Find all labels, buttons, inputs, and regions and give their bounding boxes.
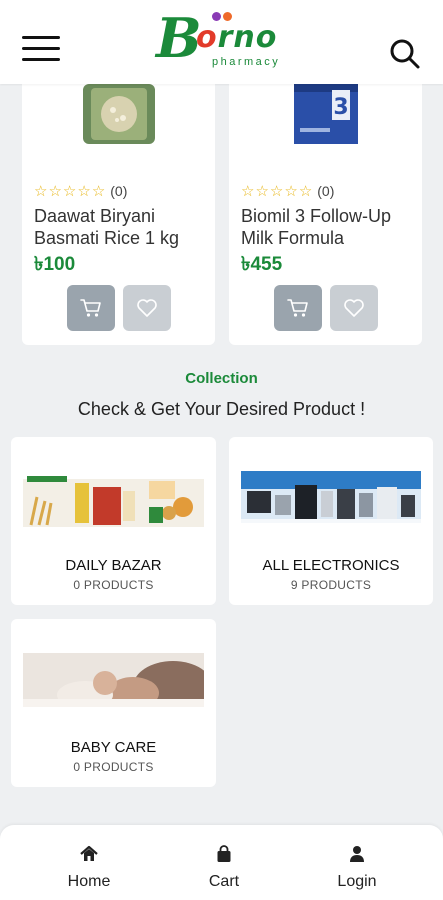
nav-item-cart[interactable]: Cart: [150, 825, 298, 900]
product-price: ৳100: [34, 254, 76, 275]
category-card-daily-bazar[interactable]: DAILY BAZAR 0 PRODUCTS: [11, 437, 216, 605]
star-outline-icon: ☆: [298, 182, 313, 200]
heart-icon: [344, 299, 364, 317]
product-name[interactable]: Biomil 3 Follow-Up Milk Formula: [241, 205, 413, 249]
rating-stars: ☆ ☆ ☆ ☆ ☆ (0): [241, 182, 334, 200]
rating-count: (0): [110, 183, 128, 199]
category-image-electronics: [241, 471, 421, 523]
logo-subtitle: pharmacy: [212, 56, 281, 68]
rating-count: (0): [317, 183, 335, 199]
star-outline-icon: ☆: [48, 182, 62, 200]
product-price: ৳455: [241, 254, 283, 275]
add-to-cart-button[interactable]: [67, 285, 115, 331]
heart-icon: [137, 299, 157, 317]
category-product-count: 9 PRODUCTS: [290, 578, 372, 592]
add-to-wishlist-button[interactable]: [330, 285, 378, 331]
add-to-cart-button[interactable]: [274, 285, 322, 331]
cart-icon: [287, 299, 308, 317]
star-outline-icon: ☆: [269, 182, 284, 200]
logo-wordmark: orno: [196, 20, 278, 55]
borno-pharmacy-logo[interactable]: B orno pharmacy: [156, 8, 306, 74]
add-to-wishlist-button[interactable]: [123, 285, 171, 331]
category-image-baby: [23, 653, 213, 713]
product-card[interactable]: 3 ☆ ☆ ☆ ☆ ☆ (0) Biomil 3 Follow-Up Milk …: [229, 66, 422, 345]
star-outline-icon: ☆: [241, 182, 255, 200]
star-outline-icon: ☆: [255, 182, 269, 200]
category-product-count: 0 PRODUCTS: [73, 760, 154, 774]
collection-heading: Check & Get Your Desired Product !: [77, 399, 366, 419]
nav-item-home[interactable]: Home: [15, 825, 163, 900]
search-icon[interactable]: [389, 38, 421, 70]
star-outline-icon: ☆: [62, 182, 77, 200]
product-card[interactable]: ☆ ☆ ☆ ☆ ☆ (0) Daawat Biryani Basmati Ric…: [22, 66, 215, 345]
app-header: B orno pharmacy: [0, 0, 443, 84]
star-outline-icon: ☆: [34, 182, 48, 200]
nav-item-login[interactable]: Login: [283, 825, 431, 900]
logo-letter-b: B: [156, 6, 202, 70]
nav-label: Home: [67, 873, 111, 890]
category-card-all-electronics[interactable]: ALL ELECTRONICS 9 PRODUCTS: [229, 437, 433, 605]
shopping-bag-icon: [215, 845, 233, 863]
collection-tag: Collection: [185, 370, 258, 387]
home-icon: [80, 845, 98, 863]
product-image-milk-box: 3: [276, 84, 376, 144]
cart-icon: [80, 299, 101, 317]
nav-label: Cart: [208, 873, 240, 890]
user-icon: [348, 845, 366, 863]
product-name[interactable]: Daawat Biryani Basmati Rice 1 kg: [34, 205, 206, 249]
hamburger-menu-icon[interactable]: [22, 34, 60, 64]
category-card-baby-care[interactable]: BABY CARE 0 PRODUCTS: [11, 619, 216, 787]
star-outline-icon: ☆: [91, 182, 106, 200]
category-name: BABY CARE: [70, 739, 157, 756]
category-name: ALL ELECTRONICS: [262, 557, 400, 574]
star-outline-icon: ☆: [284, 182, 298, 200]
rating-stars: ☆ ☆ ☆ ☆ ☆ (0): [34, 182, 127, 200]
nav-label: Login: [337, 873, 377, 890]
star-outline-icon: ☆: [77, 182, 91, 200]
category-product-count: 0 PRODUCTS: [73, 578, 154, 592]
bottom-navigation: Home Cart Login: [0, 825, 443, 900]
category-image-groceries: [23, 467, 204, 527]
category-name: DAILY BAZAR: [65, 557, 162, 574]
svg-text:3: 3: [333, 95, 348, 120]
product-image-rice-bag: [69, 84, 169, 144]
